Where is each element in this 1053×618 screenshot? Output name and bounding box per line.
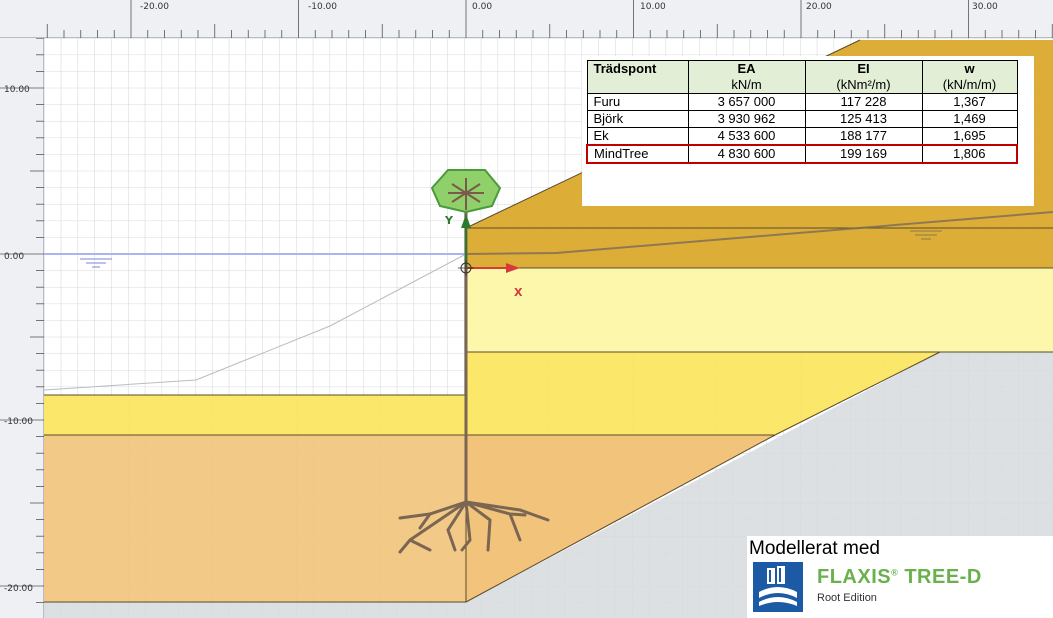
col-header-ea: EA kN/m xyxy=(687,60,806,94)
cell-ei: 125 413 xyxy=(804,110,923,128)
soil-layer-lightyellow xyxy=(466,268,1053,352)
ruler-left-ticks xyxy=(0,38,44,603)
cell-name: Björk xyxy=(586,110,689,128)
cell-name: MindTree xyxy=(586,144,689,164)
cell-ei: 117 228 xyxy=(804,93,923,111)
ruler-y-label: -20.00 xyxy=(4,584,34,594)
col-header-ei: EI (kNm²/m) xyxy=(804,60,923,94)
cell-w: 1,695 xyxy=(921,127,1018,146)
product-edition: Root Edition xyxy=(817,592,877,604)
ruler-y-label: -10.00 xyxy=(4,417,34,427)
ruler-x-label: 10.00 xyxy=(640,2,666,12)
table-row[interactable]: Furu 3 657 000 117 228 1,367 xyxy=(586,93,1018,111)
table-row[interactable]: Ek 4 533 600 188 177 1,695 xyxy=(586,127,1018,146)
flaxis-logo-icon xyxy=(753,562,803,612)
cell-w: 1,806 xyxy=(921,144,1018,164)
cell-name: Furu xyxy=(586,93,689,111)
cell-w: 1,367 xyxy=(921,93,1018,111)
y-axis-label: Y xyxy=(445,214,453,227)
table-row[interactable]: Björk 3 930 962 125 413 1,469 xyxy=(586,110,1018,128)
cell-w: 1,469 xyxy=(921,110,1018,128)
cell-ea: 4 830 600 xyxy=(687,144,806,164)
col-header-w: w (kN/m/m) xyxy=(921,60,1018,94)
soil-layer-yellow-left xyxy=(44,395,466,435)
branding-panel: Modellerat med FLAXIS® TREE-D Root Editi… xyxy=(747,536,1053,618)
x-axis-label: X xyxy=(514,286,523,299)
cell-name: Ek xyxy=(586,127,689,146)
ruler-y-label: 0.00 xyxy=(4,252,25,262)
ruler-x-label: -20.00 xyxy=(140,2,170,12)
cell-ea: 3 930 962 xyxy=(687,110,806,128)
product-name: FLAXIS® TREE-D xyxy=(817,566,982,588)
table-row-highlighted[interactable]: MindTree 4 830 600 199 169 1,806 xyxy=(586,144,1018,164)
ruler-x-label: 20.00 xyxy=(806,2,832,12)
ruler-top[interactable]: -20.00 -10.00 0.00 10.00 20.00 30.00 xyxy=(0,0,1053,38)
ruler-x-label: -10.00 xyxy=(308,2,338,12)
cell-ei: 199 169 xyxy=(804,144,923,164)
material-table: Trädspont EA kN/m EI (kNm²/m) w (kN/m/m) Fu… xyxy=(586,60,1018,164)
ruler-x-label: 30.00 xyxy=(972,2,998,12)
table-header-row: Trädspont EA kN/m EI (kNm²/m) w (kN/m/m) xyxy=(586,60,1018,94)
ruler-left[interactable]: 10.00 0.00 -10.00 -20.00 xyxy=(0,38,44,618)
ruler-x-label: 0.00 xyxy=(472,2,493,12)
cell-ea: 4 533 600 xyxy=(687,127,806,146)
branding-caption: Modellerat med xyxy=(749,538,880,559)
bedrock-strip-left xyxy=(44,602,466,618)
col-header-name: Trädspont xyxy=(586,60,689,94)
cell-ei: 188 177 xyxy=(804,127,923,146)
cell-ea: 3 657 000 xyxy=(687,93,806,111)
material-properties-panel: Trädspont EA kN/m EI (kNm²/m) w (kN/m/m) Fu… xyxy=(582,56,1034,206)
ruler-y-label: 10.00 xyxy=(4,85,30,95)
